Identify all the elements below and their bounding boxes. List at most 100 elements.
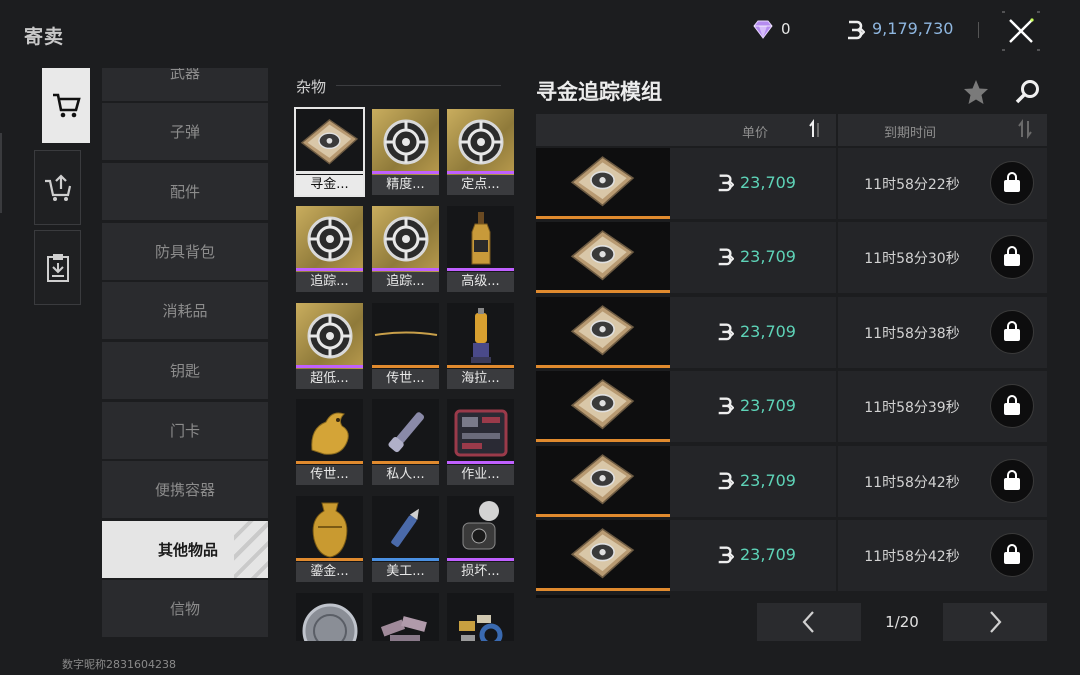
item-tile[interactable]: 传世... <box>372 303 439 389</box>
price-column-header[interactable]: 单价 <box>700 122 810 141</box>
item-tile[interactable]: 损坏... <box>447 496 514 582</box>
golden-dragon-icon <box>296 399 363 465</box>
item-tile[interactable]: 高级... <box>447 206 514 292</box>
item-tile[interactable]: 精度... <box>372 109 439 195</box>
silver-coin-icon <box>296 593 363 641</box>
currency-icon <box>718 248 734 266</box>
expire-time: 11时58分22秒 <box>864 177 960 193</box>
item-tile[interactable] <box>372 593 439 641</box>
item-label: 超低... <box>296 369 363 389</box>
rarity-bar <box>536 365 670 368</box>
tab-sell[interactable] <box>34 150 81 225</box>
category-item[interactable]: 信物 <box>102 580 268 637</box>
listing-row[interactable]: 23,709 11时58分42秒 <box>536 446 1047 517</box>
category-label: 子弹 <box>169 123 200 141</box>
row-separator <box>836 297 838 368</box>
category-item[interactable]: 便携容器 <box>102 461 268 518</box>
shopping-bag-icon <box>1004 246 1020 266</box>
item-tile[interactable]: 传世... <box>296 399 363 485</box>
item-tile[interactable]: 追踪... <box>372 206 439 292</box>
sort-expire-icon[interactable] <box>1016 119 1034 139</box>
listing-row[interactable]: 23,709 11时58分42秒 <box>536 520 1047 591</box>
buy-button[interactable] <box>990 161 1034 205</box>
listing-row[interactable]: 23,709 11时58分39秒 <box>536 371 1047 442</box>
price: 23,709 <box>716 246 796 266</box>
category-item[interactable]: 配件 <box>102 163 268 220</box>
sort-price-icon[interactable] <box>806 119 824 139</box>
gilded-vase-icon <box>296 496 363 562</box>
item-tile[interactable]: 定点... <box>447 109 514 195</box>
left-edge-handle <box>0 133 5 213</box>
item-tile[interactable]: 寻金... <box>294 107 365 197</box>
currency-icon <box>718 546 734 564</box>
gold-tracker-module-icon <box>570 527 635 584</box>
item-tile[interactable] <box>447 593 514 641</box>
category-item[interactable]: 消耗品 <box>102 282 268 339</box>
listing-row[interactable]: 23,709 11时58分38秒 <box>536 297 1047 368</box>
item-label: 定点... <box>447 175 514 195</box>
chevron-left-icon <box>802 611 814 633</box>
rarity-bar <box>447 461 514 464</box>
item-label: 损坏... <box>447 562 514 582</box>
price-value: 23,709 <box>740 544 796 564</box>
category-label: 便携容器 <box>154 481 215 499</box>
buy-button[interactable] <box>990 384 1034 428</box>
category-item[interactable]: 其他物品 <box>102 521 268 578</box>
rarity-bar <box>372 558 439 561</box>
item-tile[interactable]: 海拉... <box>447 303 514 389</box>
tab-buy[interactable] <box>42 68 90 143</box>
item-label: 追踪... <box>372 272 439 292</box>
category-item[interactable]: 门卡 <box>102 402 268 459</box>
shopping-bag-icon <box>1004 172 1020 192</box>
rarity-bar <box>372 365 439 368</box>
item-label: 精度... <box>372 175 439 195</box>
header-separator <box>836 114 838 146</box>
buy-button[interactable] <box>990 533 1034 577</box>
rarity-bar <box>447 268 514 271</box>
item-tile[interactable]: 追踪... <box>296 206 363 292</box>
rarity-bar <box>296 461 363 464</box>
item-tile[interactable] <box>296 593 363 641</box>
price: 23,709 <box>716 395 796 415</box>
category-item[interactable]: 武器 <box>102 68 268 101</box>
flashlight-icon <box>372 399 439 465</box>
item-thumbnail <box>536 520 670 591</box>
row-separator <box>836 446 838 517</box>
search-button[interactable] <box>1014 78 1042 106</box>
category-item[interactable]: 子弹 <box>102 103 268 160</box>
item-tile[interactable]: 美工... <box>372 496 439 582</box>
item-tile[interactable]: 作业... <box>447 399 514 485</box>
next-page-button[interactable] <box>943 603 1047 641</box>
item-tile[interactable]: 私人... <box>372 399 439 485</box>
category-label: 武器 <box>169 68 200 82</box>
close-button[interactable] <box>1000 10 1042 52</box>
gold-tracker-module-icon <box>570 304 635 361</box>
buy-button[interactable] <box>990 310 1034 354</box>
buy-button[interactable] <box>990 235 1034 279</box>
category-item[interactable]: 钥匙 <box>102 342 268 399</box>
listing-row[interactable]: 23,709 11时58分30秒 <box>536 222 1047 293</box>
rarity-bar <box>372 268 439 271</box>
rarity-bar <box>447 171 514 174</box>
expire-time: 11时58分30秒 <box>864 251 960 267</box>
tab-records[interactable] <box>34 230 81 305</box>
item-tile[interactable]: 超低... <box>296 303 363 389</box>
price: 23,709 <box>716 544 796 564</box>
item-tile[interactable]: 鎏金... <box>296 496 363 582</box>
toolkit-icon <box>447 399 514 465</box>
row-separator <box>836 371 838 442</box>
gem-count: 0 <box>781 20 791 38</box>
listing-row[interactable]: 23,709 11时58分22秒 <box>536 148 1047 219</box>
category-item[interactable]: 防具背包 <box>102 223 268 280</box>
tracking-module-b-icon <box>372 206 439 272</box>
favorite-star-button[interactable] <box>962 78 990 106</box>
rarity-bar <box>536 514 670 517</box>
item-label: 鎏金... <box>296 562 363 582</box>
gold-tracker-module-icon <box>570 378 635 435</box>
expire-column-header[interactable]: 到期时间 <box>850 122 970 141</box>
buy-button[interactable] <box>990 459 1034 503</box>
item-thumbnail <box>536 148 670 219</box>
prev-page-button[interactable] <box>757 603 861 641</box>
category-list: 武器子弹配件 防具背包 消耗品 钥匙 门卡便携容器其他物品 信物 <box>102 68 268 640</box>
utility-knife-icon <box>372 496 439 562</box>
